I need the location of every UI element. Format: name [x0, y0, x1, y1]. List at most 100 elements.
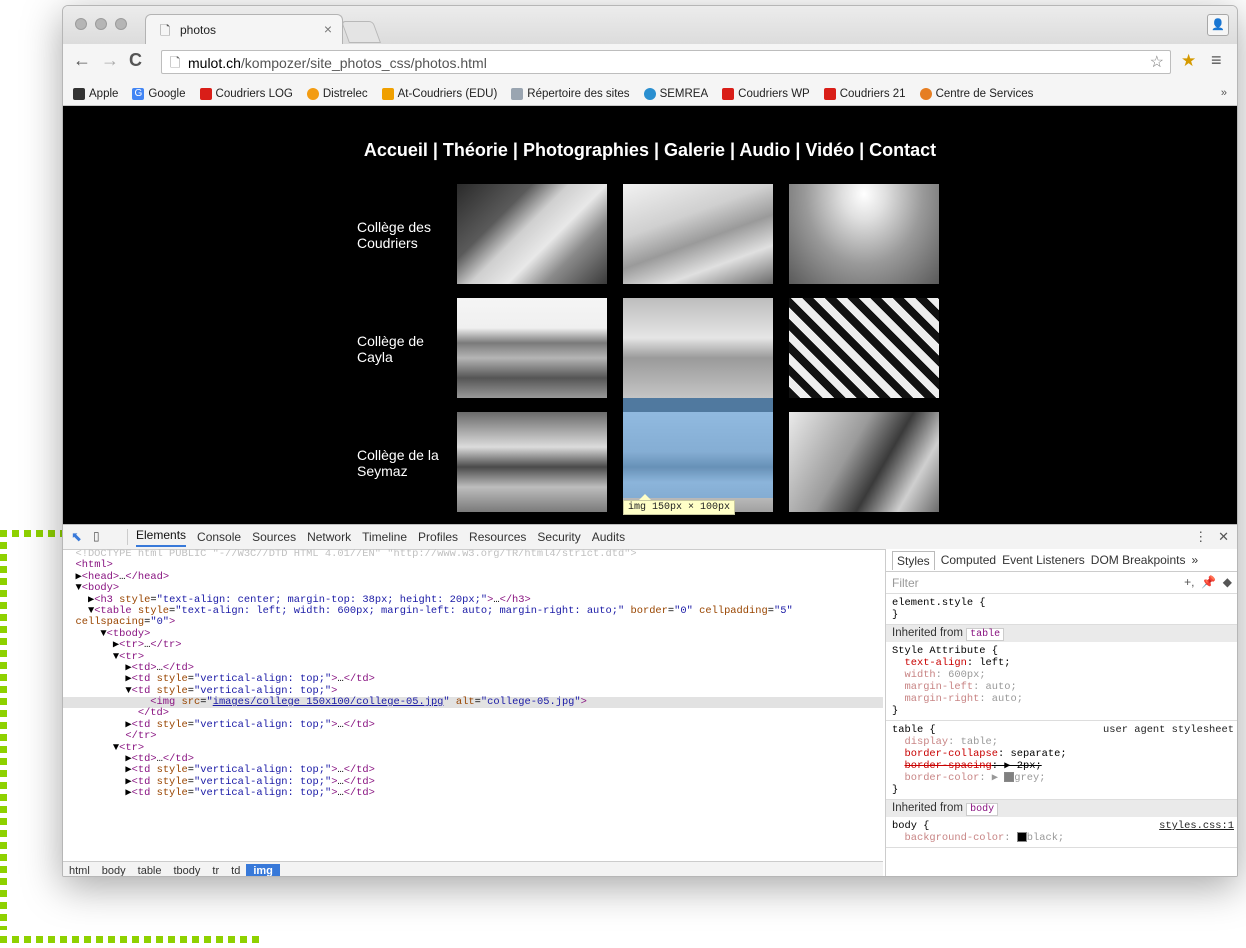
photo-cayla-2[interactable]	[623, 298, 773, 398]
web-page: Accueil | Théorie | Photographies | Gale…	[63, 106, 1237, 524]
styles-filter-input[interactable]: Filter +, 📌 ◆	[886, 572, 1237, 594]
tab-elements[interactable]: Elements	[136, 528, 187, 547]
rule-body[interactable]: body {styles.css:1 background-color: bla…	[886, 817, 1237, 848]
bookmarks-more-icon[interactable]: »	[1221, 87, 1227, 99]
tab-computed[interactable]: Computed	[941, 553, 996, 567]
inherited-header: Inherited from body	[886, 800, 1237, 817]
photo-cayla-1[interactable]	[457, 298, 607, 398]
tab-timeline[interactable]: Timeline	[362, 530, 407, 544]
inspect-highlight-overlay	[623, 398, 773, 498]
tree-line[interactable]: <html>	[63, 560, 883, 571]
tree-line[interactable]: ▼<table style="text-align: left; width: …	[63, 605, 883, 617]
tab-network[interactable]: Network	[307, 530, 351, 544]
address-bar[interactable]: 🗋 mulot.ch/kompozer/site_photos_css/phot…	[161, 50, 1171, 74]
tree-line[interactable]: cellspacing="0">	[63, 616, 883, 628]
crumb-td[interactable]: td	[231, 865, 240, 876]
photo-seymaz-1[interactable]	[457, 412, 607, 512]
tree-line[interactable]: ▶<tr>…</tr>	[63, 639, 883, 651]
close-window-icon[interactable]	[75, 18, 87, 30]
rule-style-attribute[interactable]: Style Attribute { text-align: left; widt…	[886, 642, 1237, 721]
photo-coudriers-3[interactable]	[789, 184, 939, 284]
crumb-table[interactable]: table	[138, 865, 162, 876]
selection-marquee-left	[0, 530, 7, 930]
tree-line[interactable]: <!DOCTYPE html PUBLIC "-//W3C//DTD HTML …	[63, 549, 883, 560]
crumb-tbody[interactable]: tbody	[174, 865, 201, 876]
photo-seymaz-3[interactable]	[789, 412, 939, 512]
browser-tab[interactable]: 🗋 photos ×	[145, 14, 343, 44]
tab-dom-breakpoints[interactable]: DOM Breakpoints	[1091, 553, 1186, 567]
bookmark-coudriers-21[interactable]: Coudriers 21	[823, 87, 906, 100]
bookmark-at-coudriers[interactable]: At-Coudriers (EDU)	[381, 87, 497, 100]
devtools-controls[interactable]: ⋮ ✕	[1194, 529, 1229, 545]
tree-line[interactable]: ▶<td style="vertical-align: top;">…</td>	[63, 787, 883, 799]
tree-line-selected[interactable]: <img src="images/college 150x100/college…	[63, 696, 883, 709]
bookmark-star-icon[interactable]: ☆	[1150, 52, 1164, 72]
crumb-body[interactable]: body	[102, 865, 126, 876]
site-navigation[interactable]: Accueil | Théorie | Photographies | Gale…	[63, 140, 1237, 161]
tree-line[interactable]: ▶<td style="vertical-align: top;">…</td>	[63, 719, 883, 731]
tab-event-listeners[interactable]: Event Listeners	[1002, 553, 1085, 567]
element-size-tooltip: img 150px × 100px	[623, 500, 736, 515]
tab-styles[interactable]: Styles	[892, 550, 935, 570]
shield-icon	[199, 87, 212, 100]
bookmark-repertoire[interactable]: Répertoire des sites	[511, 87, 630, 100]
tab-audits[interactable]: Audits	[592, 530, 625, 544]
forward-arrow-icon[interactable]: →	[101, 50, 119, 71]
back-arrow-icon[interactable]: ←	[73, 50, 91, 71]
tab-security[interactable]: Security	[537, 530, 580, 544]
zoom-window-icon[interactable]	[115, 18, 127, 30]
elements-tree[interactable]: <!DOCTYPE html PUBLIC "-//W3C//DTD HTML …	[63, 549, 883, 861]
crumb-html[interactable]: html	[69, 865, 90, 876]
tab-profiles[interactable]: Profiles	[418, 530, 458, 544]
shield-icon	[823, 87, 836, 100]
table-row: Collège des Coudriers	[351, 184, 951, 284]
photo-coudriers-1[interactable]	[457, 184, 607, 284]
tab-resources[interactable]: Resources	[469, 530, 526, 544]
reload-icon[interactable]: C	[129, 50, 142, 71]
tab-console[interactable]: Console	[197, 530, 241, 544]
drop-icon	[643, 87, 656, 100]
title-bar: 🗋 photos × 👤	[63, 6, 1237, 44]
bookmark-centre-services[interactable]: Centre de Services	[919, 87, 1033, 100]
crumb-tr[interactable]: tr	[212, 865, 219, 876]
tree-line[interactable]: </tr>	[63, 731, 883, 742]
lifebuoy-icon	[919, 87, 932, 100]
tab-close-icon[interactable]: ×	[324, 21, 332, 37]
profile-icon[interactable]: 👤	[1207, 14, 1229, 36]
photo-cayla-3[interactable]	[789, 298, 939, 398]
inherited-header: Inherited from table	[886, 625, 1237, 642]
extension-icon[interactable]: ★	[1181, 51, 1196, 71]
new-rule-icon[interactable]: +, 📌 ◆	[1184, 575, 1232, 589]
browser-toolbar: ← → C 🗋 mulot.ch/kompozer/site_photos_cs…	[63, 44, 1237, 82]
selection-marquee-bottom	[0, 936, 260, 943]
bookmark-coudriers-log[interactable]: Coudriers LOG	[199, 87, 293, 100]
tab-sources[interactable]: Sources	[252, 530, 296, 544]
styles-tabbar: Styles Computed Event Listeners DOM Brea…	[886, 549, 1237, 572]
bookmark-semrea[interactable]: SEMREA	[643, 87, 708, 100]
hamburger-menu-icon[interactable]: ≡	[1211, 50, 1222, 71]
browser-window: 🗋 photos × 👤 ← → C 🗋 mulot.ch/kompozer/s…	[62, 5, 1238, 877]
rule-table[interactable]: table {user agent stylesheet display: ta…	[886, 721, 1237, 800]
more-tabs-icon[interactable]: »	[1191, 553, 1198, 567]
bookmark-apple[interactable]: Apple	[73, 87, 118, 100]
tree-line[interactable]: ▶<head>…</head>	[63, 571, 883, 583]
minimize-window-icon[interactable]	[95, 18, 107, 30]
new-tab-button[interactable]	[340, 21, 382, 43]
crumb-img[interactable]: img	[246, 864, 280, 876]
bookmark-distrelec[interactable]: Distrelec	[306, 87, 368, 100]
page-icon: 🗋	[170, 55, 181, 70]
circle-icon	[306, 87, 319, 100]
tree-line[interactable]: ▼<tbody>	[63, 628, 883, 640]
square-icon	[381, 87, 394, 100]
rule-element-style[interactable]: element.style {}	[886, 594, 1237, 625]
styles-pane: Styles Computed Event Listeners DOM Brea…	[885, 549, 1237, 876]
inspect-element-icon[interactable]: ⬉	[71, 529, 82, 545]
selection-marquee-top	[0, 530, 62, 537]
url-text[interactable]: mulot.ch/kompozer/site_photos_css/photos…	[188, 55, 487, 71]
device-mode-icon[interactable]: ▯	[93, 529, 100, 543]
photo-coudriers-2[interactable]	[623, 184, 773, 284]
page-icon: 🗋	[160, 23, 171, 38]
bookmark-google[interactable]: G Google	[132, 87, 186, 100]
bookmark-coudriers-wp[interactable]: Coudriers WP	[722, 87, 810, 100]
college-label: Collège de Cayla	[357, 333, 424, 365]
